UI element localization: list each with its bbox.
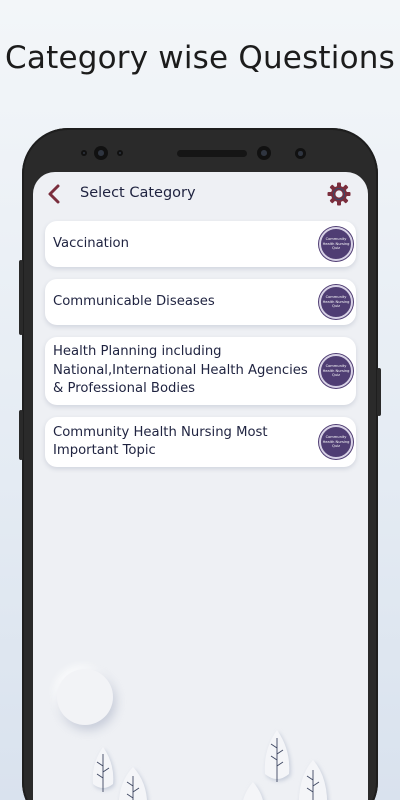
side-button: [19, 410, 23, 460]
decorative-circle: [57, 669, 113, 725]
front-camera-2: [257, 146, 271, 160]
app-screen: Select Category Vaccination Community He…: [33, 172, 368, 800]
sensor-dot: [81, 150, 87, 156]
category-label: Community Health Nursing Most Important …: [53, 424, 268, 459]
proximity-sensor: [295, 148, 306, 159]
category-item-important-topic[interactable]: Community Health Nursing Most Important …: [45, 417, 356, 467]
app-bar: Select Category: [33, 172, 368, 216]
quiz-logo-badge: Community Health Nursing Quiz: [319, 227, 353, 261]
page-title: Select Category: [80, 185, 196, 201]
category-list: Vaccination Community Health Nursing Qui…: [45, 221, 356, 479]
category-item-vaccination[interactable]: Vaccination Community Health Nursing Qui…: [45, 221, 356, 267]
chevron-left-icon: [48, 184, 60, 204]
category-item-health-planning[interactable]: Health Planning including National,Inter…: [45, 337, 356, 405]
back-button[interactable]: [43, 182, 65, 206]
power-button: [377, 368, 381, 416]
promo-title: Category wise Questions: [5, 40, 395, 76]
quiz-logo-badge: Community Health Nursing Quiz: [319, 354, 353, 388]
badge-text: Community Health Nursing Quiz: [322, 237, 350, 251]
front-camera: [94, 146, 108, 160]
category-item-communicable-diseases[interactable]: Communicable Diseases Community Health N…: [45, 279, 356, 325]
phone-speaker: [177, 150, 247, 157]
quiz-logo-badge: Community Health Nursing Quiz: [319, 425, 353, 459]
gear-icon: [327, 182, 351, 206]
decorative-trees: [92, 730, 328, 800]
quiz-logo-badge: Community Health Nursing Quiz: [319, 285, 353, 319]
sensor-dot: [117, 150, 123, 156]
settings-button[interactable]: [326, 181, 352, 207]
category-label: Health Planning including National,Inter…: [53, 344, 308, 397]
badge-text: Community Health Nursing Quiz: [322, 364, 350, 378]
volume-button: [19, 260, 23, 335]
badge-text: Community Health Nursing Quiz: [322, 295, 350, 309]
category-label: Vaccination: [53, 235, 129, 251]
badge-text: Community Health Nursing Quiz: [322, 435, 350, 449]
category-label: Communicable Diseases: [53, 293, 215, 309]
